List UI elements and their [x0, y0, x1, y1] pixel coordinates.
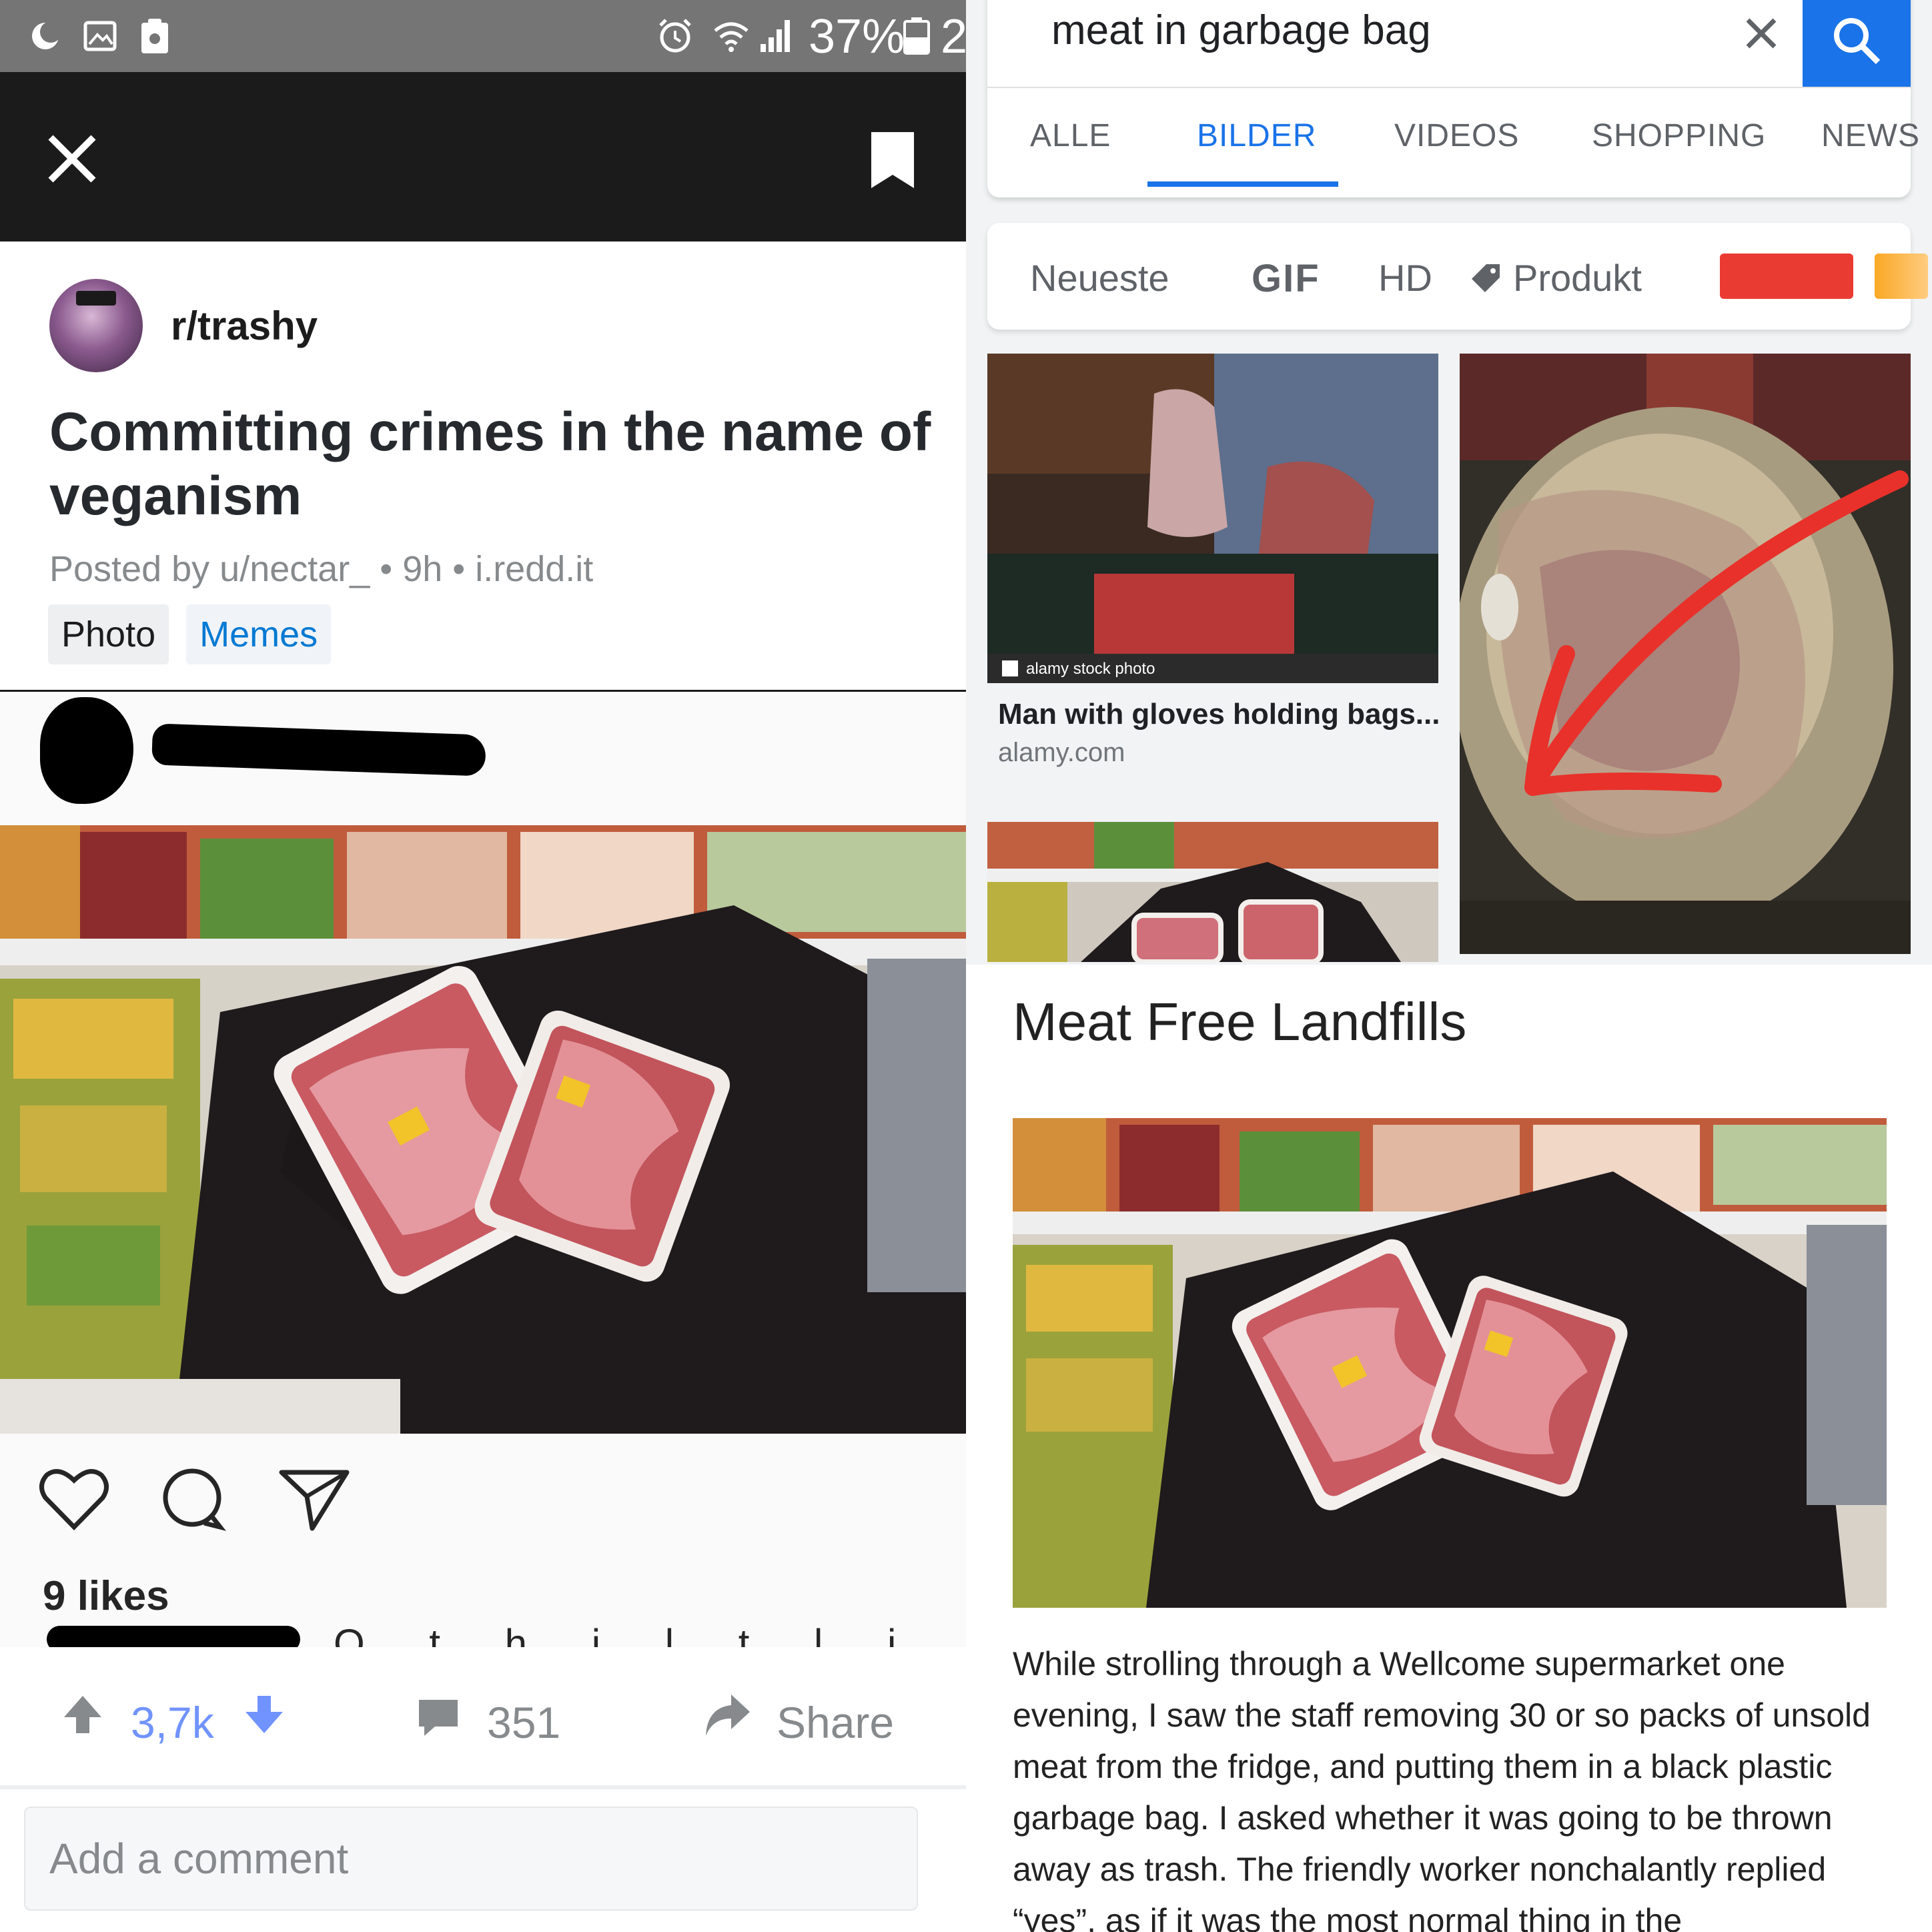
- add-comment-input[interactable]: Add a comment: [24, 1807, 918, 1911]
- google-image-search-screen: meat in garbage bag ALLE BILDER VIDEOS S…: [966, 0, 1932, 1932]
- redacted-avatar: [40, 697, 133, 804]
- comment-count[interactable]: 351: [487, 1697, 560, 1748]
- comment-bubble-icon[interactable]: [157, 1466, 231, 1532]
- tag-icon: [1469, 262, 1502, 295]
- moon-icon: [27, 17, 64, 55]
- article-preview: Meat Free Landfills While strolling thro…: [966, 965, 1932, 1932]
- filter-chips: Neueste GIF HD Produkt: [987, 223, 1928, 330]
- post-title: Committing crimes in the name of veganis…: [49, 402, 931, 526]
- caption-partial: O t h i l t l i l t: [334, 1621, 923, 1647]
- post-meta[interactable]: Posted by u/nectar_ • 9h • i.redd.it: [49, 548, 593, 590]
- upvote-icon[interactable]: [61, 1693, 104, 1736]
- bookmark-icon[interactable]: [867, 128, 918, 192]
- send-icon[interactable]: [278, 1466, 351, 1532]
- color-filter-orange[interactable]: [1875, 254, 1928, 299]
- filter-neueste[interactable]: Neueste: [1030, 256, 1169, 300]
- subreddit-avatar[interactable]: [49, 279, 143, 372]
- tab-alle[interactable]: ALLE: [1030, 117, 1111, 154]
- result-source[interactable]: alamy.com: [998, 738, 1125, 768]
- result-watermark: alamy stock photo: [1026, 660, 1155, 678]
- downvote-icon[interactable]: [243, 1693, 286, 1736]
- close-icon[interactable]: [43, 129, 101, 188]
- tab-shopping[interactable]: SHOPPING: [1592, 117, 1766, 154]
- post-header-bar: [0, 72, 966, 242]
- flair-list: Photo Memes: [48, 604, 332, 664]
- flair-memes[interactable]: Memes: [186, 604, 332, 664]
- flair-photo[interactable]: Photo: [48, 604, 169, 664]
- likes-count: 9 likes: [43, 1573, 169, 1619]
- result-caption[interactable]: Man with gloves holding bags...: [998, 698, 1440, 731]
- divider: [0, 1785, 966, 1789]
- search-button[interactable]: [1803, 0, 1911, 88]
- image-icon: [81, 17, 119, 55]
- filter-produkt-label: Produkt: [1513, 257, 1642, 299]
- search-icon: [1830, 14, 1883, 67]
- tab-videos[interactable]: VIDEOS: [1394, 117, 1519, 154]
- subreddit-name[interactable]: r/trashy: [171, 303, 318, 349]
- redacted-username: [151, 723, 486, 777]
- search-input[interactable]: meat in garbage bag: [1051, 7, 1431, 54]
- subreddit-row[interactable]: r/trashy: [49, 279, 318, 372]
- redacted-caption-user: [47, 1626, 300, 1647]
- battery-percent: 37%: [809, 10, 905, 63]
- color-filter-red[interactable]: [1720, 254, 1853, 299]
- result-image-alamy[interactable]: alamy stock photo: [987, 354, 1438, 683]
- clear-icon[interactable]: [1741, 13, 1781, 53]
- status-bar: 37% 2: [0, 0, 966, 72]
- battery-icon: [898, 17, 935, 55]
- filter-hd[interactable]: HD: [1378, 256, 1432, 300]
- wifi-icon: [712, 17, 750, 55]
- share-button[interactable]: Share: [777, 1697, 894, 1748]
- instagram-actions: [37, 1466, 351, 1532]
- result-image-supermarket[interactable]: [987, 822, 1438, 962]
- comments-icon[interactable]: [416, 1697, 460, 1739]
- embedded-instagram-post: 9 likes O t h i l t l i l t: [0, 692, 966, 1647]
- signal-icon: [758, 17, 795, 55]
- filter-produkt[interactable]: Produkt: [1469, 256, 1642, 300]
- tab-bilder[interactable]: BILDER: [1197, 117, 1316, 154]
- post-image[interactable]: [0, 825, 966, 1434]
- active-tab-indicator: [1147, 181, 1338, 187]
- share-icon[interactable]: [703, 1692, 753, 1739]
- search-tabs: ALLE BILDER VIDEOS SHOPPING NEWS: [987, 112, 1919, 187]
- reddit-post-screen: 37% 2 r/trashy Committing crimes in the …: [0, 0, 966, 1932]
- red-arrow-annotation: [1524, 470, 1909, 796]
- article-title[interactable]: Meat Free Landfills: [1013, 991, 1466, 1053]
- article-body: While strolling through a Wellcome super…: [1013, 1645, 1871, 1932]
- divider: [987, 87, 1911, 88]
- article-image: [1013, 1118, 1887, 1608]
- tab-news[interactable]: NEWS: [1821, 117, 1920, 154]
- status-time: 2: [941, 10, 966, 63]
- clipboard-icon: [136, 17, 173, 55]
- heart-icon[interactable]: [37, 1466, 111, 1532]
- search-card: meat in garbage bag ALLE BILDER VIDEOS S…: [987, 0, 1919, 197]
- vote-count: 3,7k: [131, 1698, 214, 1747]
- filter-gif[interactable]: GIF: [1252, 256, 1320, 301]
- alarm-icon: [656, 17, 694, 55]
